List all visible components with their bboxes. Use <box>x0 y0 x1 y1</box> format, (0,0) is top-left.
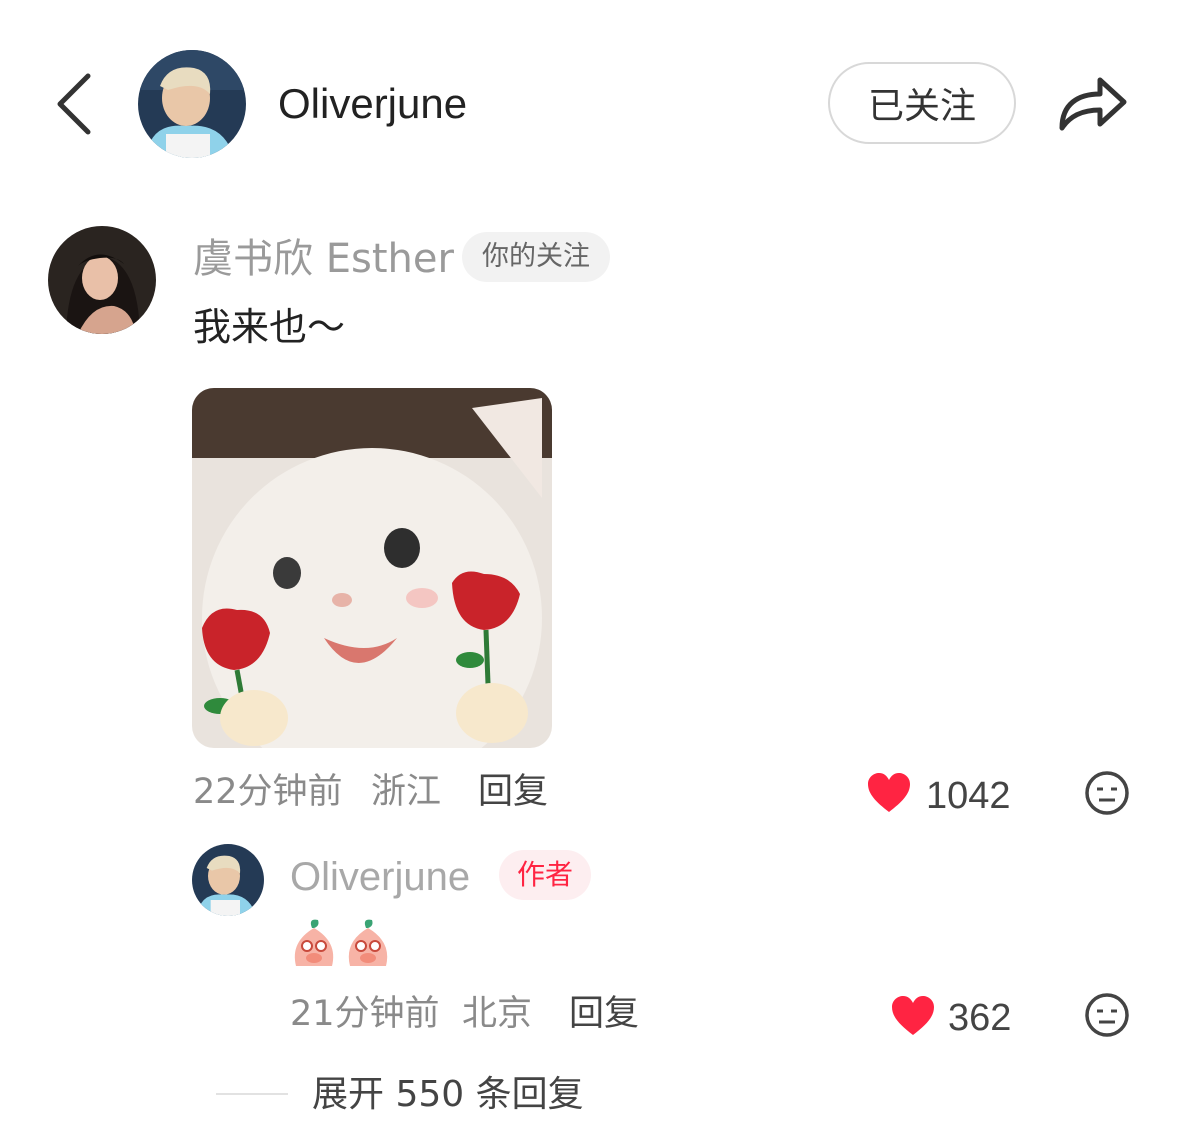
reply-author-avatar[interactable] <box>192 844 264 916</box>
peach-emoji-icon <box>294 919 388 966</box>
comment-time: 22分钟前 <box>193 772 343 812</box>
comment-sticker-image[interactable] <box>192 388 552 748</box>
like-heart-icon[interactable] <box>866 772 912 814</box>
following-button[interactable]: 已关注 <box>828 62 1016 144</box>
reply-location: 北京 <box>462 994 533 1034</box>
comment-text: 我来也～ <box>193 305 346 349</box>
expand-divider <box>216 1093 288 1095</box>
reply-like-count: 362 <box>948 997 1012 1039</box>
reply-time: 21分钟前 <box>290 994 440 1034</box>
back-chevron-icon[interactable] <box>52 72 96 136</box>
reply-like-heart-icon[interactable] <box>890 995 936 1037</box>
comment-like-count: 1042 <box>926 775 1011 817</box>
following-badge: 你的关注 <box>462 232 610 282</box>
dislike-face-icon[interactable] <box>1084 770 1130 816</box>
comment-reply-button[interactable]: 回复 <box>478 770 548 814</box>
author-avatar[interactable] <box>138 50 246 158</box>
author-badge: 作者 <box>499 850 592 900</box>
reply-reply-button[interactable]: 回复 <box>569 992 639 1036</box>
header-username[interactable]: Oliverjune <box>278 78 467 130</box>
comment-location: 浙江 <box>371 772 442 812</box>
commenter-avatar[interactable] <box>48 226 156 334</box>
expand-replies-button[interactable]: 展开 550 条回复 <box>312 1072 584 1118</box>
reply-dislike-face-icon[interactable] <box>1084 992 1130 1038</box>
share-arrow-icon[interactable] <box>1056 70 1128 134</box>
commenter-name[interactable]: 虞书欣 Esther <box>193 234 454 284</box>
reply-emoji-content <box>290 916 400 970</box>
reply-author-name[interactable]: Oliverjune <box>290 852 470 902</box>
